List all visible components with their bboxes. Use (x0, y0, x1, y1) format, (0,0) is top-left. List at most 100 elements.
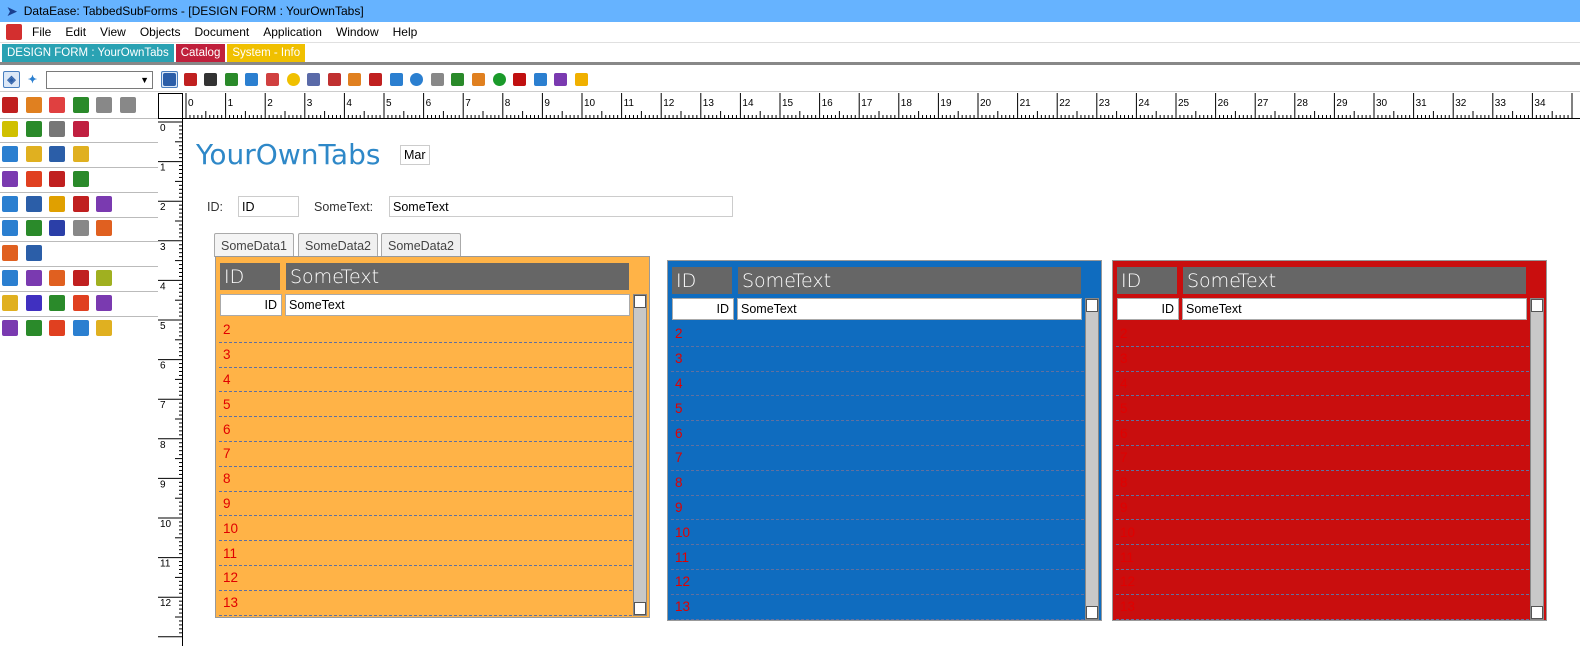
header-sometext[interactable]: SomeText (1183, 267, 1526, 294)
grid-icon[interactable] (49, 121, 65, 137)
list-item[interactable]: 12 (671, 570, 1084, 595)
list-item[interactable]: 7 (219, 442, 632, 467)
list-item[interactable]: 7 (1116, 446, 1529, 471)
scroll-down-button[interactable] (1531, 606, 1543, 619)
line-icon[interactable] (2, 220, 18, 236)
list-item[interactable]: 6 (1116, 421, 1529, 446)
row-sometext-field[interactable]: SomeText (285, 294, 630, 316)
subform-panel-blue[interactable]: ID SomeText ID SomeText 2 3 4 5 6 7 8 9 10 11 12 13 (667, 260, 1102, 621)
subform-panel-red[interactable]: ID SomeText ID SomeText 2 3 4 5 6 7 8 9 10 11 12 13 (1112, 260, 1547, 621)
list-item[interactable]: 10 (219, 516, 632, 542)
font-icon[interactable] (25, 171, 42, 187)
sometext-field[interactable]: SomeText (389, 196, 733, 217)
layout-icon[interactable] (72, 171, 89, 187)
list-item[interactable]: 2 (671, 322, 1084, 347)
list-item[interactable]: 11 (219, 541, 632, 566)
ellipse-icon[interactable] (491, 71, 508, 88)
list-item[interactable]: 13 (671, 595, 1084, 620)
mar-box[interactable]: Mar (400, 145, 430, 165)
row-id-field[interactable]: ID (220, 294, 282, 316)
refresh-icon[interactable] (49, 196, 65, 212)
list-item[interactable]: 4 (671, 372, 1084, 397)
list-item[interactable]: 5 (219, 392, 632, 418)
window-icon[interactable] (25, 245, 42, 261)
align-left-icon[interactable] (2, 146, 18, 162)
color-icon[interactable] (72, 121, 89, 137)
checkbox-icon[interactable] (243, 71, 260, 88)
underline-icon[interactable] (25, 220, 42, 236)
design-mode-icon[interactable]: ◈ (3, 71, 20, 88)
row-sometext-field[interactable]: SomeText (737, 298, 1082, 320)
row-sometext-field[interactable]: SomeText (1182, 298, 1527, 320)
menu-file[interactable]: File (25, 22, 58, 43)
scroll-up-button[interactable] (1086, 299, 1098, 312)
id-field[interactable]: ID (238, 196, 299, 217)
redo-icon[interactable] (119, 97, 136, 113)
chart-icon[interactable] (532, 71, 549, 88)
www-icon[interactable] (367, 71, 384, 88)
button-icon[interactable] (388, 71, 405, 88)
image-icon[interactable] (326, 71, 343, 88)
list-item[interactable]: 8 (671, 471, 1084, 496)
list-item[interactable]: 13 (1116, 595, 1529, 620)
list-item[interactable]: 4 (219, 368, 632, 393)
tab-catalog[interactable]: Catalog (175, 44, 226, 62)
search-box-icon[interactable] (25, 295, 42, 311)
list-item[interactable]: 3 (671, 347, 1084, 372)
row-id-field[interactable]: ID (672, 298, 734, 320)
oval-button-icon[interactable] (408, 71, 425, 88)
tab-design-form[interactable]: DESIGN FORM : YourOwnTabs (2, 44, 174, 62)
key-icon[interactable] (72, 196, 89, 212)
rows-icon[interactable] (49, 320, 65, 336)
list-item[interactable]: 2 (219, 318, 632, 343)
line-icon[interactable] (470, 71, 487, 88)
list-item[interactable]: 12 (219, 566, 632, 591)
function-icon[interactable] (72, 270, 89, 286)
scroll-down-button[interactable] (634, 602, 646, 615)
shape-icon[interactable] (511, 71, 528, 88)
text-icon[interactable] (182, 71, 199, 88)
table-icon[interactable] (2, 245, 18, 261)
search-add-icon[interactable] (49, 295, 65, 311)
list-item[interactable]: 9 (671, 496, 1084, 521)
subform-panel-orange[interactable]: ID SomeText ID SomeText 2 3 4 5 6 7 8 9 10 11 12 13 (215, 256, 650, 618)
settings-icon[interactable] (49, 171, 65, 187)
row-id-field[interactable]: ID (1117, 298, 1179, 320)
tab-somedata2-b[interactable]: SomeData2 (381, 233, 462, 257)
dots-small-icon[interactable] (96, 295, 112, 311)
list-item[interactable]: 6 (671, 421, 1084, 446)
columns-icon[interactable] (49, 146, 65, 162)
note-icon[interactable] (573, 71, 590, 88)
chart-small-icon[interactable] (2, 295, 18, 311)
gear-icon[interactable] (2, 196, 18, 212)
save-icon[interactable] (2, 97, 18, 113)
gray-box-icon[interactable] (72, 220, 89, 236)
form-title[interactable]: YourOwnTabs (196, 138, 380, 171)
web-icon[interactable] (223, 71, 240, 88)
list-item[interactable]: 3 (1116, 347, 1529, 372)
list-item[interactable]: 6 (219, 417, 632, 442)
users-icon[interactable] (25, 270, 42, 286)
list-icon[interactable] (264, 71, 281, 88)
columns2-icon[interactable] (25, 320, 42, 336)
tree-icon[interactable] (449, 71, 466, 88)
puzzle-icon[interactable] (49, 270, 65, 286)
menu-application[interactable]: Application (256, 22, 329, 43)
bars-icon[interactable] (72, 320, 89, 336)
rectangle-icon[interactable] (202, 71, 219, 88)
list-item[interactable]: 5 (671, 396, 1084, 422)
plus-grid-icon[interactable] (96, 320, 112, 336)
box-icon[interactable] (429, 71, 446, 88)
list-item[interactable]: 2 (1116, 322, 1529, 347)
header-id[interactable]: ID (220, 263, 280, 290)
tab-somedata2[interactable]: SomeData2 (298, 233, 379, 257)
grid-icon[interactable] (305, 71, 322, 88)
tab-system-info[interactable]: System - Info (227, 44, 306, 62)
palette-icon[interactable] (2, 171, 18, 187)
menu-window[interactable]: Window (329, 22, 386, 43)
list-item[interactable]: 13 (219, 591, 632, 616)
align-center-icon[interactable] (25, 146, 42, 162)
list-icon[interactable] (2, 320, 18, 336)
object-selector-dropdown[interactable]: ▼ (46, 71, 153, 89)
network-icon[interactable] (96, 220, 112, 236)
